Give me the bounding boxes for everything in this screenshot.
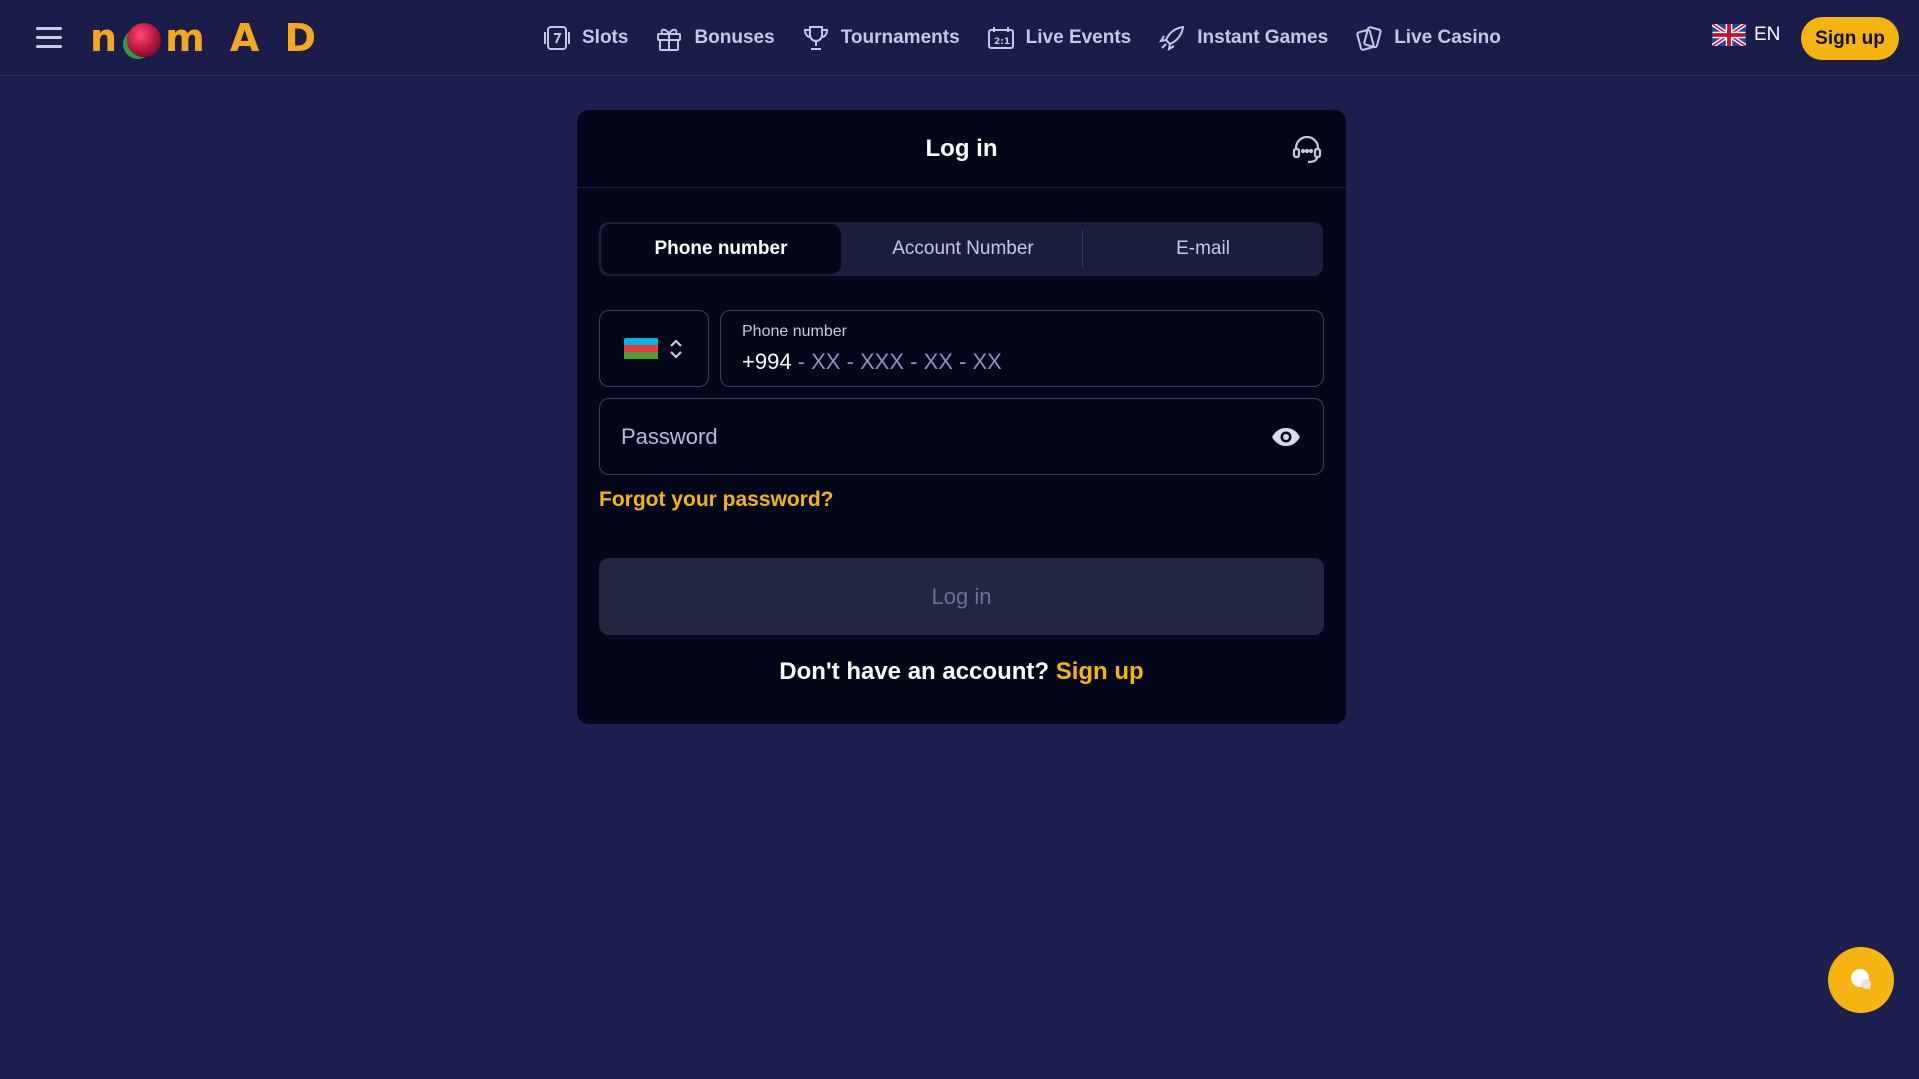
logo-text-right: m A D	[165, 16, 323, 60]
playing-cards-icon	[1356, 26, 1382, 51]
nav-instant-games[interactable]: Instant Games	[1157, 23, 1328, 53]
nav-bonuses[interactable]: Bonuses	[654, 23, 775, 53]
nav-slots-label: Slots	[582, 27, 629, 48]
chevron-up-down-icon	[670, 338, 682, 359]
logo[interactable]: n m A D	[90, 16, 322, 60]
signup-link[interactable]: Sign up	[1056, 658, 1144, 685]
modal-title: Log in	[925, 134, 998, 162]
phone-country-code: +994	[742, 349, 792, 374]
language-label: EN	[1754, 24, 1781, 45]
nav-tournaments[interactable]: Tournaments	[801, 23, 960, 53]
no-account-text: Don't have an account?	[779, 658, 1050, 685]
nav-live-events-label: Live Events	[1025, 27, 1132, 48]
login-modal: Log in Phone number Account Number E-mai…	[577, 110, 1346, 724]
slot-machine-icon	[544, 26, 570, 50]
modal-header: Log in	[577, 110, 1346, 188]
rocket-icon	[1159, 25, 1185, 52]
uk-flag-icon	[1712, 24, 1746, 46]
trophy-icon	[803, 26, 828, 50]
signup-button[interactable]: Sign up	[1801, 17, 1899, 60]
scoreboard-icon: 2:1	[987, 27, 1014, 49]
login-method-tabs: Phone number Account Number E-mail	[599, 222, 1323, 276]
gift-icon	[657, 28, 682, 51]
nav-live-casino[interactable]: Live Casino	[1354, 23, 1501, 53]
support-headset-icon[interactable]	[1290, 132, 1324, 166]
nav-bonuses-label: Bonuses	[694, 27, 775, 48]
tab-phone-number[interactable]: Phone number	[601, 224, 841, 274]
password-placeholder: Password	[621, 423, 718, 449]
phone-number-field[interactable]: Phone number +994 - XX - XXX - XX - XX	[720, 310, 1324, 387]
eye-icon[interactable]	[1270, 421, 1302, 453]
language-selector[interactable]: EN	[1712, 24, 1780, 46]
nav-live-casino-label: Live Casino	[1394, 27, 1501, 48]
tab-email[interactable]: E-mail	[1083, 222, 1323, 276]
tab-account-number[interactable]: Account Number	[843, 222, 1083, 276]
phone-mask: - XX - XXX - XX - XX	[791, 349, 1002, 374]
phone-field-label: Phone number	[742, 323, 847, 340]
azerbaijan-flag-icon	[624, 337, 658, 360]
login-submit-button[interactable]: Log in	[599, 558, 1324, 635]
nav-instant-games-label: Instant Games	[1197, 27, 1329, 48]
country-code-selector[interactable]	[599, 310, 709, 387]
phone-field-value: +994 - XX - XXX - XX - XX	[742, 349, 1302, 375]
chat-bubble-icon	[1851, 969, 1871, 990]
no-account-prompt: Don't have an account? Sign up	[577, 658, 1346, 686]
menu-icon[interactable]	[36, 27, 62, 49]
main-nav: Slots Bonuses Tournaments 2:1 Live Event…	[542, 0, 1501, 76]
nav-live-events[interactable]: 2:1 Live Events	[986, 23, 1132, 53]
logo-text-left: n	[90, 16, 124, 60]
nav-slots[interactable]: Slots	[542, 23, 628, 53]
chat-button[interactable]	[1828, 947, 1894, 1013]
forgot-password-link[interactable]: Forgot your password?	[599, 488, 834, 512]
svg-text:2:1: 2:1	[994, 37, 1010, 47]
password-field[interactable]: Password	[599, 398, 1324, 475]
nav-tournaments-label: Tournaments	[840, 27, 960, 48]
top-bar: n m A D Slots Bonuses Tournaments 2:1 Li…	[0, 0, 1919, 76]
logo-ball-icon	[127, 23, 162, 57]
